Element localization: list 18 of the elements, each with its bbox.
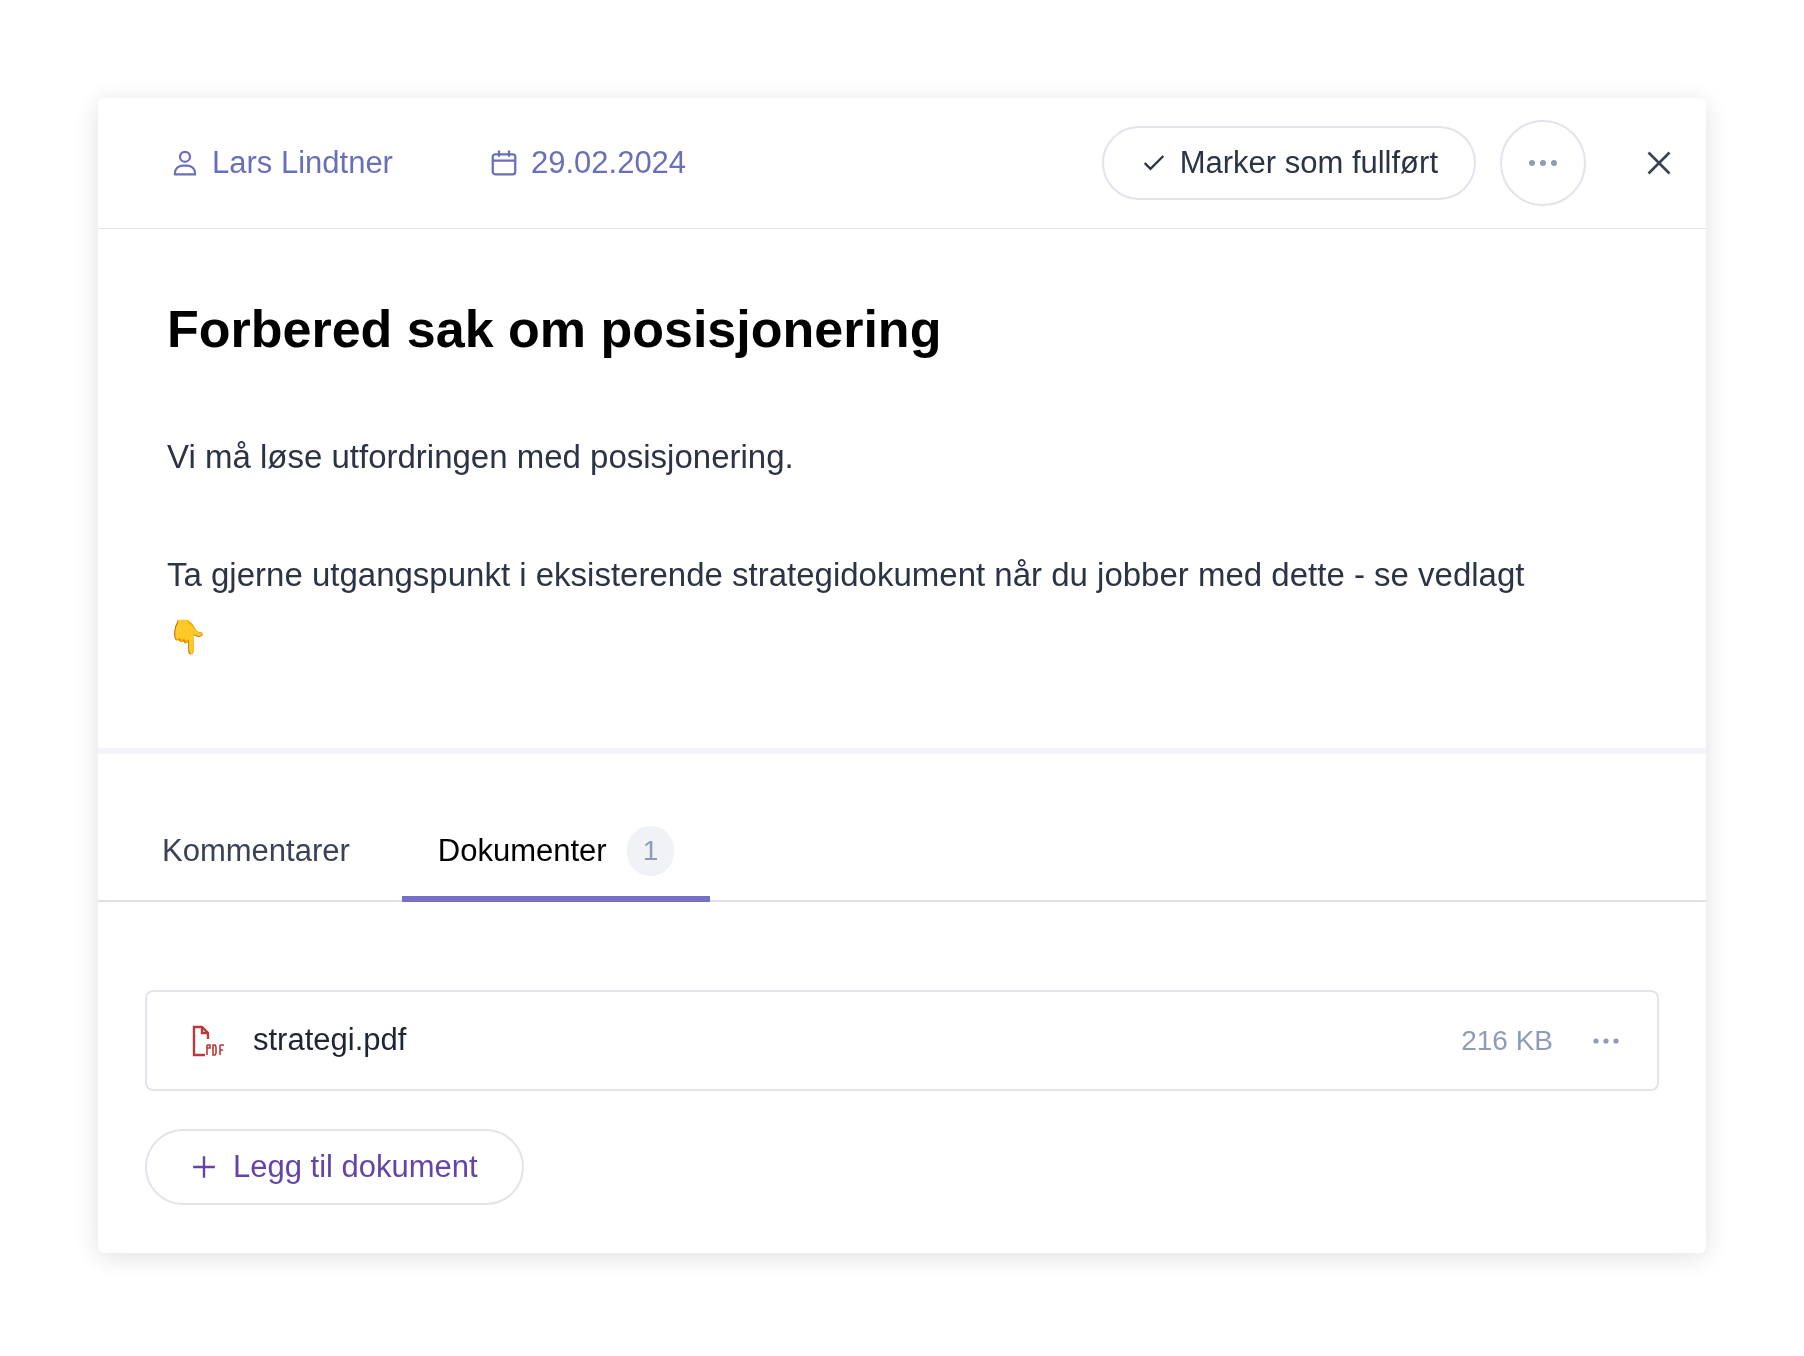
mark-complete-button[interactable]: Marker som fullført: [1101, 126, 1476, 200]
document-size: 216 KB: [1461, 1023, 1553, 1058]
plus-icon: [191, 1154, 217, 1180]
description-paragraph: Vi må løse utfordringen med posisjonering.: [167, 437, 795, 477]
due-date: 29.02.2024: [530, 143, 687, 182]
description-paragraph: Ta gjerne utgangspunkt i eksisterende strategidokument når du jobber med dette - se vedlagt 👇: [167, 555, 1526, 657]
tab[interactable]: Kommentarer: [162, 826, 350, 902]
close-icon: [1645, 149, 1673, 177]
assignee-name: Lars Lindtner: [212, 143, 393, 182]
pdf-file-icon: [191, 1024, 225, 1057]
tab[interactable]: Dokumenter 1: [401, 826, 711, 902]
count-badge: 1: [626, 826, 675, 876]
more-icon[interactable]: [1593, 1036, 1619, 1045]
task-title: Forbered sak om posisjonering: [167, 299, 943, 360]
add-document-button[interactable]: Legg til dokument: [145, 1129, 524, 1205]
document-name: strategi.pdf: [253, 1021, 407, 1060]
document-row[interactable]: strategi.pdf 216 KB: [145, 990, 1659, 1091]
more-icon: [1528, 159, 1558, 167]
